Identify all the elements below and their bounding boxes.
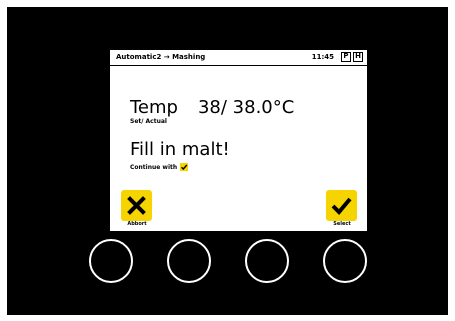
breadcrumb: Automatic2 → Mashing	[116, 53, 206, 61]
continue-text: Continue with	[130, 164, 178, 171]
check-icon	[180, 163, 189, 171]
device-panel: Automatic2 → Mashing 11:45 P H Temp 38/ 3…	[7, 7, 448, 315]
hardware-button-4[interactable]	[323, 239, 367, 283]
select-button[interactable]	[326, 190, 357, 221]
hardware-button-1[interactable]	[89, 239, 133, 283]
status-bar: Automatic2 → Mashing 11:45 P H	[110, 50, 367, 66]
p-mode-icon: P	[341, 52, 351, 62]
abort-button[interactable]	[121, 190, 152, 221]
select-label: Select	[333, 221, 351, 227]
temperature-sublabel: Set/ Actual	[130, 118, 167, 125]
hardware-button-2[interactable]	[167, 239, 211, 283]
temperature-readout: Temp 38/ 38.0°C	[130, 97, 294, 118]
hardware-button-3[interactable]	[245, 239, 289, 283]
instruction-sublabel: Continue with	[130, 163, 189, 171]
instruction-message: Fill in malt!	[130, 139, 230, 160]
h-mode-icon: H	[353, 52, 363, 62]
checkmark-icon	[331, 197, 352, 215]
display-screen: Automatic2 → Mashing 11:45 P H Temp 38/ 3…	[110, 50, 367, 231]
temperature-value: 38/ 38.0°C	[197, 97, 295, 118]
mode-indicators: P H	[341, 52, 363, 62]
temperature-label: Temp	[130, 97, 178, 118]
close-icon	[127, 196, 146, 215]
clock: 11:45	[311, 53, 334, 61]
abort-label: Abbort	[127, 221, 147, 227]
